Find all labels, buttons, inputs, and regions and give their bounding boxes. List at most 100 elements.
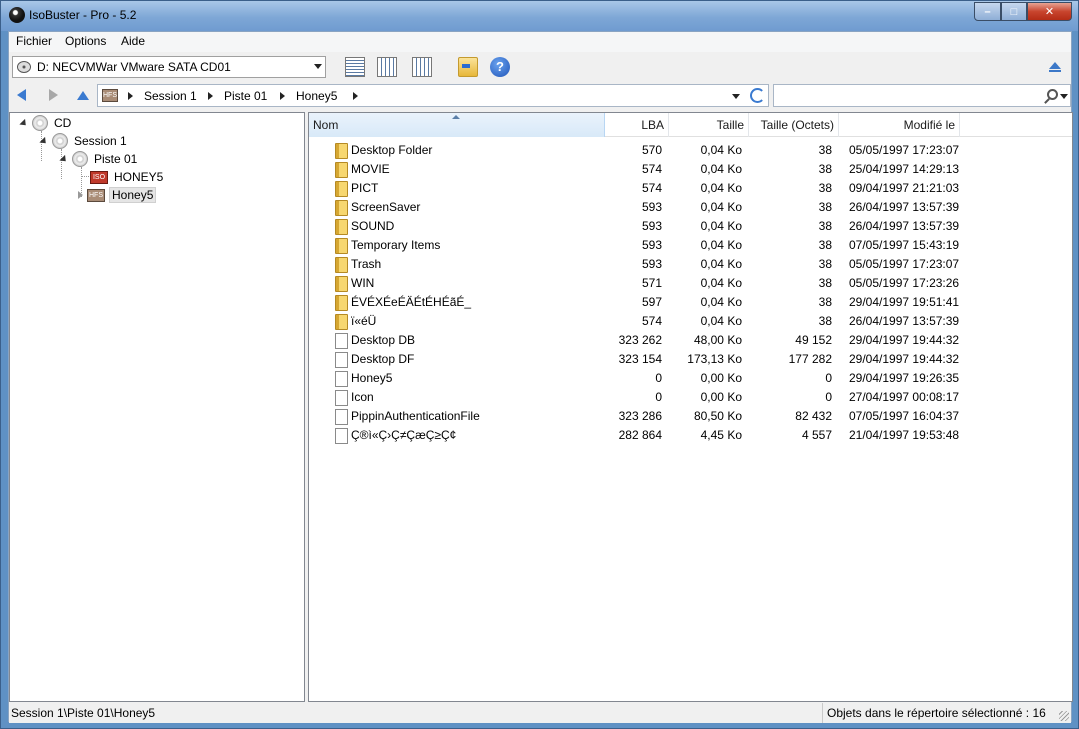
window-title: IsoBuster - Pro - 5.2 — [29, 8, 137, 22]
folder-tree[interactable]: CD Session 1 Piste 01 ISO HONEY5 HFS Hon… — [9, 112, 305, 702]
iso-partition-icon: ISO — [90, 170, 108, 184]
table-row[interactable]: PICT 574 0,04 Ko 38 09/04/1997 21:21:03 — [309, 179, 969, 198]
chevron-down-icon[interactable] — [732, 94, 740, 99]
chevron-right-icon[interactable] — [353, 92, 358, 100]
tree-node-hfs[interactable]: HFS Honey5 — [78, 186, 157, 204]
table-row[interactable]: Desktop DB 323 262 48,00 Ko 49 152 29/04/199… — [309, 331, 969, 350]
cell-bytes: 0 — [825, 371, 832, 385]
up-icon[interactable] — [77, 91, 89, 100]
table-row[interactable]: MOVIE 574 0,04 Ko 38 25/04/1997 14:29:13 — [309, 160, 969, 179]
cell-lba: 593 — [641, 257, 662, 271]
cell-lba: 574 — [641, 314, 662, 328]
client-area: Fichier Options Aide D: NECVMWar VMware … — [8, 31, 1073, 723]
close-icon: ✕ — [1044, 6, 1055, 18]
forward-icon[interactable] — [49, 89, 58, 101]
tree-node-label: Honey5 — [109, 187, 157, 203]
refresh-icon[interactable] — [750, 88, 765, 103]
table-row[interactable]: Honey5 0 0,00 Ko 0 29/04/1997 19:26:35 — [309, 369, 969, 388]
column-header-lba[interactable]: LBA — [605, 113, 669, 137]
table-row[interactable]: Ç®ì«Ç›Ç≠ÇæÇ≥Ç¢ 282 864 4,45 Ko 4 557 21/04/1… — [309, 426, 969, 445]
cell-bytes: 38 — [818, 257, 832, 271]
table-row[interactable]: PippinAuthenticationFile 323 286 80,50 Ko 8… — [309, 407, 969, 426]
eject-icon[interactable] — [1049, 62, 1061, 72]
cell-lba: 323 262 — [618, 333, 662, 347]
drive-select[interactable]: D: NECVMWar VMware SATA CD01 — [12, 56, 326, 78]
column-header-modifie[interactable]: Modifié le — [839, 113, 960, 137]
tree-node-iso[interactable]: ISO HONEY5 — [90, 168, 165, 186]
folder-icon — [335, 238, 348, 254]
tree-expander-icon[interactable] — [39, 136, 49, 146]
table-row[interactable]: SOUND 593 0,04 Ko 38 26/04/1997 13:57:39 — [309, 217, 969, 236]
chevron-down-icon[interactable] — [1060, 94, 1068, 99]
cell-bytes: 38 — [818, 143, 832, 157]
search-input[interactable] — [773, 84, 1071, 107]
close-button[interactable]: ✕ — [1027, 2, 1072, 21]
search-icon[interactable] — [1047, 89, 1058, 100]
table-row[interactable]: Icon 0 0,00 Ko 0 27/04/1997 00:08:17 — [309, 388, 969, 407]
folder-icon — [335, 219, 348, 235]
tree-node-cd[interactable]: CD — [19, 114, 73, 132]
column-header-nom[interactable]: Nom — [309, 113, 605, 137]
table-row[interactable]: ï«éÜ 574 0,04 Ko 38 26/04/1997 13:57:39 — [309, 312, 969, 331]
cell-size: 0,04 Ko — [700, 200, 742, 214]
list-view-icon[interactable] — [377, 57, 397, 77]
menu-options[interactable]: Options — [61, 34, 110, 48]
extract-folder-icon[interactable] — [458, 57, 478, 77]
status-path: Session 1\Piste 01\Honey5 — [11, 706, 156, 720]
cell-bytes: 177 282 — [788, 352, 832, 366]
cell-date: 29/04/1997 19:51:41 — [849, 295, 960, 309]
help-icon[interactable]: ? — [490, 57, 510, 77]
resize-grip-icon[interactable] — [1059, 711, 1069, 721]
menu-aide[interactable]: Aide — [117, 34, 149, 48]
cell-lba: 571 — [641, 276, 662, 290]
cell-lba: 0 — [655, 390, 662, 404]
cell-bytes: 4 557 — [801, 428, 832, 442]
tree-expander-icon[interactable] — [19, 118, 29, 128]
tree-node-label: Session 1 — [74, 134, 127, 148]
tree-node-session[interactable]: Session 1 — [39, 132, 129, 150]
table-row[interactable]: Desktop DF 323 154 173,13 Ko 177 282 29/04/1… — [309, 350, 969, 369]
cell-lba: 593 — [641, 200, 662, 214]
table-row[interactable]: WIN 571 0,04 Ko 38 05/05/1997 17:23:26 — [309, 274, 969, 293]
menu-fichier[interactable]: Fichier — [12, 34, 56, 48]
chevron-right-icon[interactable] — [208, 92, 213, 100]
column-header-taille[interactable]: Taille — [669, 113, 749, 137]
cell-lba: 574 — [641, 162, 662, 176]
menu-bar: Fichier Options Aide — [9, 32, 1071, 52]
table-row[interactable]: ScreenSaver 593 0,04 Ko 38 26/04/1997 13:57:… — [309, 198, 969, 217]
details-view-icon[interactable] — [345, 57, 365, 77]
cd-icon — [32, 115, 48, 131]
chevron-right-icon[interactable] — [128, 92, 133, 100]
maximize-button[interactable]: □ — [1001, 2, 1027, 21]
tree-expander-icon[interactable] — [78, 191, 83, 199]
file-icon — [335, 409, 348, 425]
breadcrumb-honey5[interactable]: Honey5 — [296, 89, 337, 103]
cell-size: 0,04 Ko — [700, 238, 742, 252]
hfs-partition-icon: HFS — [87, 188, 105, 202]
drive-icon — [17, 61, 31, 73]
title-bar[interactable]: IsoBuster - Pro - 5.2 – □ ✕ — [1, 1, 1078, 31]
cell-date: 21/04/1997 19:53:48 — [849, 428, 960, 442]
cell-name: SOUND — [351, 219, 395, 233]
chevron-right-icon[interactable] — [280, 92, 285, 100]
table-row[interactable]: Desktop Folder 570 0,04 Ko 38 05/05/1997 17:… — [309, 141, 969, 160]
cell-bytes: 38 — [818, 295, 832, 309]
icons-view-icon[interactable] — [412, 57, 432, 77]
hfs-partition-icon: HFS — [102, 89, 118, 102]
table-row[interactable]: Temporary Items 593 0,04 Ko 38 07/05/1997 15… — [309, 236, 969, 255]
column-header-octets[interactable]: Taille (Octets) — [749, 113, 839, 137]
breadcrumb-piste[interactable]: Piste 01 — [224, 89, 267, 103]
tree-node-piste[interactable]: Piste 01 — [59, 150, 139, 168]
breadcrumb-session[interactable]: Session 1 — [144, 89, 197, 103]
minimize-button[interactable]: – — [974, 2, 1001, 21]
cell-date: 05/05/1997 17:23:07 — [849, 257, 960, 271]
back-icon[interactable] — [17, 89, 26, 101]
cell-bytes: 38 — [818, 276, 832, 290]
table-row[interactable]: ÉVÉXÉeÉÄÉtÉHÉãÉ_ 597 0,04 Ko 38 29/04/1997 1… — [309, 293, 969, 312]
cell-date: 25/04/1997 14:29:13 — [849, 162, 960, 176]
file-list[interactable]: Nom LBA Taille Taille (Octets) Modifié l… — [308, 112, 1073, 702]
table-row[interactable]: Trash 593 0,04 Ko 38 05/05/1997 17:23:07 — [309, 255, 969, 274]
chevron-down-icon — [314, 64, 322, 69]
tree-expander-icon[interactable] — [59, 154, 69, 164]
address-bar[interactable]: HFS Session 1 Piste 01 Honey5 — [97, 84, 769, 107]
